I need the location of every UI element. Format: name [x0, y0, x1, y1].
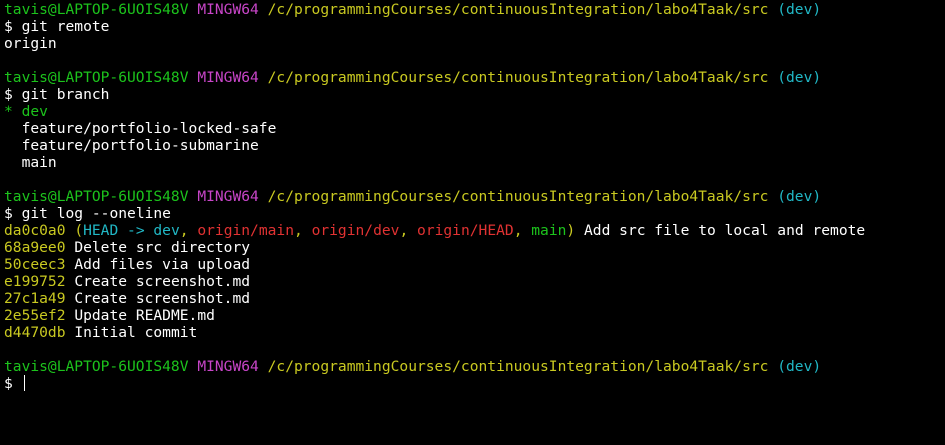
ref-close-paren: )	[566, 222, 576, 239]
prompt-symbol: $	[4, 375, 13, 392]
prompt-branch: (dev)	[777, 188, 822, 205]
command-text: git branch	[21, 86, 110, 103]
output-line: origin	[4, 35, 57, 52]
prompt-path: /c/programmingCourses/continuousIntegrat…	[267, 358, 769, 375]
prompt-branch: (dev)	[777, 1, 822, 18]
prompt-path: /c/programmingCourses/continuousIntegrat…	[267, 1, 769, 18]
prompt-line: tavis@LAPTOP-6UOIS48V MINGW64 /c/program…	[4, 358, 945, 375]
terminal-window[interactable]: tavis@LAPTOP-6UOIS48V MINGW64 /c/program…	[0, 0, 945, 445]
prompt-branch: (dev)	[777, 358, 822, 375]
prompt-symbol: $	[4, 86, 13, 103]
ref-separator: ,	[179, 222, 198, 239]
branch-line: main	[4, 154, 945, 171]
prompt-line: tavis@LAPTOP-6UOIS48V MINGW64 /c/program…	[4, 1, 945, 18]
commit-hash: 27c1a49	[4, 290, 66, 307]
input-line[interactable]: $	[4, 375, 945, 392]
current-branch-marker: *	[4, 103, 13, 120]
prompt-user-host: tavis@LAPTOP-6UOIS48V	[4, 358, 189, 375]
prompt-branch: (dev)	[777, 69, 822, 86]
commit-message: Initial commit	[74, 324, 198, 341]
command-text: git remote	[21, 18, 110, 35]
prompt-shell: MINGW64	[197, 188, 259, 205]
log-line: d4470db Initial commit	[4, 324, 945, 341]
commit-message: Delete src directory	[74, 239, 251, 256]
commit-message: Create screenshot.md	[74, 290, 251, 307]
prompt-line: tavis@LAPTOP-6UOIS48V MINGW64 /c/program…	[4, 188, 945, 205]
commit-hash: da0c0a0	[4, 222, 66, 239]
ref-separator: ,	[513, 222, 532, 239]
commit-hash: 68a9ee0	[4, 239, 66, 256]
branch-line: feature/portfolio-submarine	[4, 137, 945, 154]
commit-message: Create screenshot.md	[74, 273, 251, 290]
branch-name: feature/portfolio-submarine	[21, 137, 259, 154]
ref-separator: ,	[399, 222, 418, 239]
ref-origin-head: origin/HEAD	[417, 222, 514, 239]
prompt-symbol: $	[4, 205, 13, 222]
commit-hash: 50ceec3	[4, 256, 66, 273]
command-text: git log --oneline	[21, 205, 171, 222]
ref-head: HEAD -> dev	[83, 222, 180, 239]
ref-main: main	[531, 222, 567, 239]
commit-message: Add files via upload	[74, 256, 251, 273]
log-line: 50ceec3 Add files via upload	[4, 256, 945, 273]
ref-open-paren: (	[74, 222, 84, 239]
current-branch-name: dev	[21, 103, 48, 120]
branch-name: feature/portfolio-locked-safe	[21, 120, 277, 137]
prompt-user-host: tavis@LAPTOP-6UOIS48V	[4, 69, 189, 86]
current-branch-line: * dev	[4, 103, 945, 120]
commit-hash: e199752	[4, 273, 66, 290]
text-cursor	[23, 375, 25, 391]
prompt-symbol: $	[4, 18, 13, 35]
prompt-line: tavis@LAPTOP-6UOIS48V MINGW64 /c/program…	[4, 69, 945, 86]
branch-name: main	[21, 154, 57, 171]
command-line: $ git remote	[4, 18, 945, 35]
ref-origin-dev: origin/dev	[311, 222, 400, 239]
log-line: 27c1a49 Create screenshot.md	[4, 290, 945, 307]
log-line: 2e55ef2 Update README.md	[4, 307, 945, 324]
prompt-user-host: tavis@LAPTOP-6UOIS48V	[4, 188, 189, 205]
log-line: 68a9ee0 Delete src directory	[4, 239, 945, 256]
command-line: $ git log --oneline	[4, 205, 945, 222]
commit-hash: d4470db	[4, 324, 66, 341]
prompt-path: /c/programmingCourses/continuousIntegrat…	[267, 188, 769, 205]
prompt-shell: MINGW64	[197, 1, 259, 18]
log-line: e199752 Create screenshot.md	[4, 273, 945, 290]
ref-separator: ,	[294, 222, 312, 239]
branch-line: feature/portfolio-locked-safe	[4, 120, 945, 137]
commit-message: Add src file to local and remote	[584, 222, 866, 239]
prompt-shell: MINGW64	[197, 358, 259, 375]
commit-message: Update README.md	[74, 307, 215, 324]
prompt-shell: MINGW64	[197, 69, 259, 86]
ref-origin-main: origin/main	[197, 222, 294, 239]
prompt-user-host: tavis@LAPTOP-6UOIS48V	[4, 1, 189, 18]
commit-hash: 2e55ef2	[4, 307, 66, 324]
prompt-path: /c/programmingCourses/continuousIntegrat…	[267, 69, 769, 86]
command-line: $ git branch	[4, 86, 945, 103]
log-line-head: da0c0a0 (HEAD -> dev, origin/main, origi…	[4, 222, 945, 239]
